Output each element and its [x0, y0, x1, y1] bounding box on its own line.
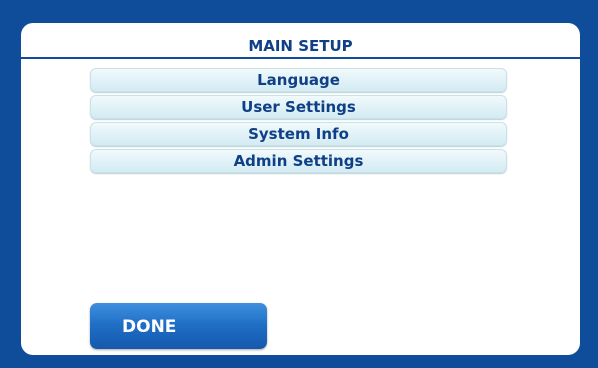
- page-title: MAIN SETUP: [248, 37, 353, 55]
- done-button[interactable]: DONE: [90, 303, 267, 349]
- title-bar: MAIN SETUP: [21, 23, 580, 59]
- menu-item-admin-settings[interactable]: Admin Settings: [90, 149, 507, 173]
- menu-item-user-settings[interactable]: User Settings: [90, 95, 507, 119]
- menu-item-system-info[interactable]: System Info: [90, 122, 507, 146]
- menu-item-label: Language: [257, 71, 340, 89]
- menu-item-label: System Info: [248, 125, 349, 143]
- menu-item-language[interactable]: Language: [90, 68, 507, 92]
- menu-item-label: Admin Settings: [233, 152, 364, 170]
- menu-item-label: User Settings: [241, 98, 356, 116]
- setup-menu: Language User Settings System Info Admin…: [90, 68, 507, 176]
- main-setup-panel: MAIN SETUP Language User Settings System…: [21, 23, 580, 355]
- done-button-label: DONE: [122, 317, 177, 337]
